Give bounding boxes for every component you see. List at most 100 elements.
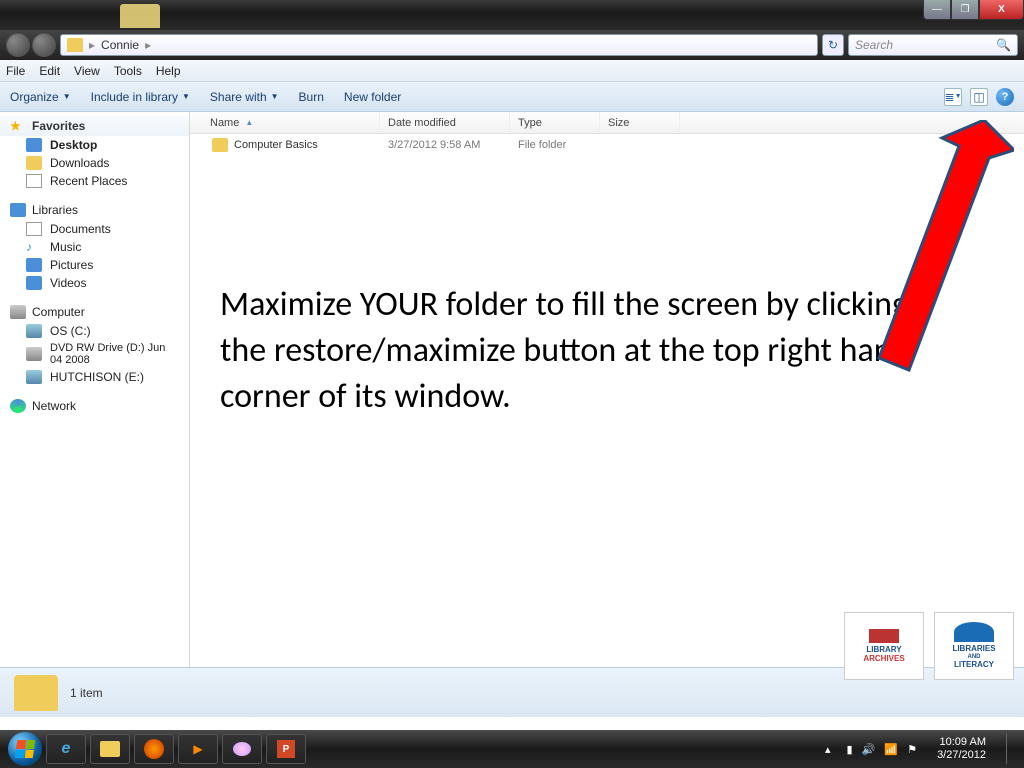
pictures-icon	[26, 258, 42, 272]
include-in-library-button[interactable]: Include in library▼	[91, 90, 190, 104]
sidebar-item-desktop[interactable]: Desktop	[0, 136, 189, 154]
sidebar-network-header[interactable]: Network	[0, 396, 189, 416]
libraries-literacy-logo: LIBRARIES AND LITERACY	[934, 612, 1014, 680]
breadcrumb[interactable]: ▸ Connie ▸	[60, 34, 818, 56]
folder-icon	[212, 138, 228, 152]
star-icon: ★	[10, 119, 26, 133]
sidebar: ★Favorites Desktop Downloads Recent Plac…	[0, 112, 190, 667]
taskbar-clock[interactable]: 10:09 AM 3/27/2012	[937, 736, 986, 762]
column-type[interactable]: Type	[510, 112, 600, 133]
column-headers: Name▲ Date modified Type Size	[190, 112, 1024, 134]
start-button[interactable]	[8, 732, 42, 766]
menu-bar: File Edit View Tools Help	[0, 60, 1024, 82]
show-desktop-button[interactable]	[1006, 734, 1016, 764]
share-with-button[interactable]: Share with▼	[210, 90, 279, 104]
task-paint[interactable]	[222, 734, 262, 764]
preview-pane-button[interactable]: ◫	[970, 88, 988, 106]
column-name[interactable]: Name▲	[190, 112, 380, 133]
clock-time: 10:09 AM	[937, 736, 986, 749]
file-type: File folder	[510, 139, 600, 151]
sidebar-item-videos[interactable]: Videos	[0, 274, 189, 292]
computer-icon	[10, 305, 26, 319]
search-icon[interactable]: 🔍	[996, 38, 1011, 52]
burn-button[interactable]: Burn	[299, 90, 324, 104]
chevron-down-icon: ▼	[271, 92, 279, 101]
network-icon[interactable]: 📶	[884, 744, 898, 756]
clock-date: 3/27/2012	[937, 749, 986, 762]
menu-file[interactable]: File	[6, 64, 25, 78]
column-size[interactable]: Size	[600, 112, 680, 133]
sidebar-item-usb[interactable]: HUTCHISON (E:)	[0, 368, 189, 386]
file-name: Computer Basics	[234, 139, 318, 151]
sidebar-item-recent-places[interactable]: Recent Places	[0, 172, 189, 190]
taskbar: e ▶ P ▴ ▮ 🔊 📶 ⚑ 10:09 AM 3/27/2012	[0, 730, 1024, 768]
folder-icon	[14, 675, 58, 711]
window-controls: — ❐ X	[923, 0, 1024, 20]
forward-button[interactable]	[32, 33, 56, 57]
downloads-icon	[26, 156, 42, 170]
nav-buttons	[6, 33, 56, 57]
folder-icon	[120, 4, 160, 28]
sidebar-item-music[interactable]: ♪Music	[0, 238, 189, 256]
search-input[interactable]: Search 🔍	[848, 34, 1018, 56]
file-row[interactable]: Computer Basics 3/27/2012 9:58 AM File f…	[190, 134, 1024, 156]
sidebar-item-downloads[interactable]: Downloads	[0, 154, 189, 172]
help-icon[interactable]: ?	[996, 88, 1014, 106]
chevron-right-icon: ▸	[89, 38, 95, 52]
sidebar-favorites-header[interactable]: ★Favorites	[0, 116, 189, 136]
menu-help[interactable]: Help	[156, 64, 181, 78]
chevron-down-icon: ▼	[63, 92, 71, 101]
task-firefox[interactable]	[134, 734, 174, 764]
address-bar: ▸ Connie ▸ ↻ Search 🔍	[0, 30, 1024, 60]
chevron-down-icon: ▼	[182, 92, 190, 101]
windows-logo-icon	[15, 740, 36, 758]
task-ie[interactable]: e	[46, 734, 86, 764]
new-folder-button[interactable]: New folder	[344, 90, 401, 104]
sidebar-item-pictures[interactable]: Pictures	[0, 256, 189, 274]
drive-icon	[26, 370, 42, 384]
file-list: Name▲ Date modified Type Size Computer B…	[190, 112, 1024, 667]
close-button[interactable]: X	[979, 0, 1024, 20]
menu-view[interactable]: View	[74, 64, 100, 78]
sidebar-item-dvd[interactable]: DVD RW Drive (D:) Jun 04 2008	[0, 340, 189, 368]
sidebar-libraries-header[interactable]: Libraries	[0, 200, 189, 220]
task-media-player[interactable]: ▶	[178, 734, 218, 764]
disc-icon	[26, 347, 42, 361]
tray-chevron-up-icon[interactable]: ▴	[825, 743, 831, 756]
firefox-icon	[144, 739, 164, 759]
search-placeholder: Search	[855, 38, 893, 52]
sidebar-computer-header[interactable]: Computer	[0, 302, 189, 322]
system-tray: ▴ ▮ 🔊 📶 ⚑ 10:09 AM 3/27/2012	[825, 734, 1016, 764]
recent-places-icon	[26, 174, 42, 188]
menu-tools[interactable]: Tools	[114, 64, 142, 78]
menu-edit[interactable]: Edit	[39, 64, 60, 78]
network-icon	[10, 399, 26, 413]
back-button[interactable]	[6, 33, 30, 57]
refresh-button[interactable]: ↻	[822, 34, 844, 56]
minimize-button[interactable]: —	[923, 0, 951, 20]
volume-icon[interactable]: 🔊	[862, 744, 876, 756]
flag-icon[interactable]: ⚑	[907, 744, 917, 756]
task-explorer[interactable]	[90, 734, 130, 764]
battery-icon[interactable]: ▮	[847, 744, 853, 756]
library-archives-logo: LIBRARY ARCHIVES	[844, 612, 924, 680]
toolbar: Organize▼ Include in library▼ Share with…	[0, 82, 1024, 112]
maximize-button[interactable]: ❐	[951, 0, 979, 20]
view-options-button[interactable]: ≣▼	[944, 88, 962, 106]
organize-button[interactable]: Organize▼	[10, 90, 71, 104]
documents-icon	[26, 222, 42, 236]
task-powerpoint[interactable]: P	[266, 734, 306, 764]
videos-icon	[26, 276, 42, 290]
sort-asc-icon: ▲	[245, 118, 253, 127]
folder-icon	[67, 38, 83, 52]
sidebar-item-os-c[interactable]: OS (C:)	[0, 322, 189, 340]
drive-icon	[26, 324, 42, 338]
breadcrumb-folder[interactable]: Connie	[101, 38, 139, 52]
tray-icons: ▮ 🔊 📶 ⚑	[841, 743, 918, 756]
sidebar-item-documents[interactable]: Documents	[0, 220, 189, 238]
ie-icon: e	[62, 740, 71, 758]
instruction-text: Maximize YOUR folder to fill the screen …	[220, 282, 954, 420]
explorer-icon	[100, 741, 120, 757]
column-date[interactable]: Date modified	[380, 112, 510, 133]
chevron-right-icon: ▸	[145, 38, 151, 52]
